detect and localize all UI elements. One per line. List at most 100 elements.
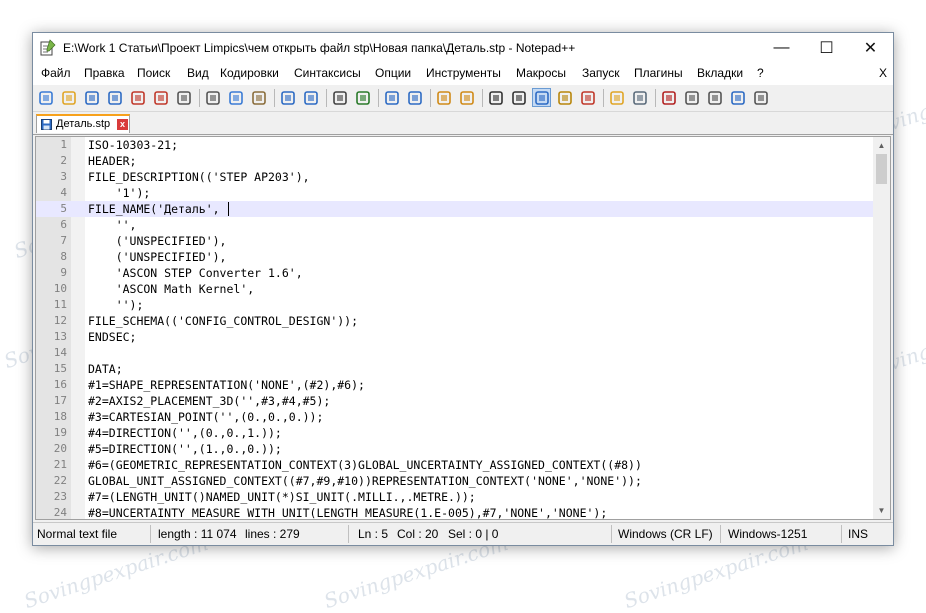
copy-icon[interactable] [227, 89, 244, 106]
editor-line[interactable]: 3 FILE_DESCRIPTION(('STEP AP203'), [36, 169, 874, 185]
menu-encoding[interactable]: Кодировки [220, 66, 279, 80]
editor-line[interactable]: 2 HEADER; [36, 153, 874, 169]
line-number: 19 [53, 426, 67, 439]
close-all-icon[interactable] [152, 89, 169, 106]
tab-detail-stp[interactable]: Деталь.stp x [36, 114, 130, 133]
editor-line[interactable]: 1 ISO-10303-21; [36, 137, 874, 153]
line-text: #7=(LENGTH_UNIT()NAMED_UNIT(*)SI_UNIT(.M… [88, 490, 476, 504]
editor-line[interactable]: 19 #4=DIRECTION('',(0.,0.,1.)); [36, 425, 874, 441]
status-encoding[interactable]: Windows-1251 [728, 527, 807, 541]
menu-syntax[interactable]: Синтаксисы [294, 66, 361, 80]
menu-tools[interactable]: Инструменты [426, 66, 501, 80]
editor-line[interactable]: 12 FILE_SCHEMA(('CONFIG_CONTROL_DESIGN'))… [36, 313, 874, 329]
minimize-button[interactable]: — [759, 33, 804, 63]
line-number: 15 [53, 362, 67, 375]
editor-line[interactable]: 16 #1=SHAPE_REPRESENTATION('NONE',(#2),#6… [36, 377, 874, 393]
save-macro-icon[interactable] [752, 89, 769, 106]
editor-line[interactable]: 17 #2=AXIS2_PLACEMENT_3D('',#3,#4,#5); [36, 393, 874, 409]
menu-bar: Файл Правка Поиск Вид Кодировки Синтакси… [33, 63, 893, 85]
line-text: ('UNSPECIFIED'), [88, 250, 227, 264]
window-title: E:\Work 1 Статьи\Проект Limpics\чем откр… [63, 41, 576, 55]
editor-line[interactable]: 7 ('UNSPECIFIED'), [36, 233, 874, 249]
line-text: ''); [88, 298, 144, 312]
save-icon[interactable] [83, 89, 100, 106]
language-icon[interactable] [556, 89, 573, 106]
menu-help[interactable]: ? [757, 66, 764, 80]
menu-plugins[interactable]: Плагины [634, 66, 683, 80]
zoom-in-icon[interactable] [383, 89, 400, 106]
menu-macro[interactable]: Макросы [516, 66, 566, 80]
all-chars-icon[interactable] [510, 89, 527, 106]
editor-line[interactable]: 14 [36, 345, 874, 361]
menu-settings[interactable]: Опции [375, 66, 411, 80]
editor-line[interactable]: 20 #5=DIRECTION('',(1.,0.,0.)); [36, 441, 874, 457]
line-text: FILE_NAME('Деталь', [88, 202, 220, 216]
text-editor[interactable]: 1 ISO-10303-21; 2 HEADER; 3 FILE_DESCRIPTION(… [35, 136, 891, 520]
find-icon[interactable] [331, 89, 348, 106]
menu-run[interactable]: Запуск [582, 66, 620, 80]
new-file-icon[interactable] [37, 89, 54, 106]
zoom-out-icon[interactable] [406, 89, 423, 106]
line-text: DATA; [88, 362, 123, 376]
line-number: 11 [53, 298, 67, 311]
save-state-icon [41, 119, 52, 130]
menu-file[interactable]: Файл [41, 66, 71, 80]
record-macro-icon[interactable] [660, 89, 677, 106]
line-text: GLOBAL_UNIT_ASSIGNED_CONTEXT((#7,#9,#10)… [88, 474, 642, 488]
open-file-icon[interactable] [60, 89, 77, 106]
menu-view[interactable]: Вид [187, 66, 209, 80]
replace-icon[interactable] [354, 89, 371, 106]
editor-line[interactable]: 21 #6=(GEOMETRIC_REPRESENTATION_CONTEXT(3… [36, 457, 874, 473]
monitor-icon[interactable] [631, 89, 648, 106]
editor-line[interactable]: 11 ''); [36, 297, 874, 313]
indent-guide-icon[interactable] [532, 88, 551, 107]
line-number: 4 [60, 186, 67, 199]
editor-line[interactable]: 23 #7=(LENGTH_UNIT()NAMED_UNIT(*)SI_UNIT(… [36, 489, 874, 505]
redo-icon[interactable] [302, 89, 319, 106]
tab-bar: Деталь.stp x [33, 112, 893, 135]
sync-vertical-icon[interactable] [435, 89, 452, 106]
close-window-button[interactable]: ✕ [848, 33, 893, 63]
editor-line[interactable]: 4 '1'); [36, 185, 874, 201]
status-lines: lines : 279 [245, 527, 300, 541]
play-macro-icon[interactable] [706, 89, 723, 106]
print-icon[interactable] [175, 89, 192, 106]
run-macro-multiple-icon[interactable] [729, 89, 746, 106]
editor-line[interactable]: 6 '', [36, 217, 874, 233]
folder-icon[interactable] [608, 89, 625, 106]
notepad-window: E:\Work 1 Статьи\Проект Limpics\чем откр… [32, 32, 894, 546]
menu-search[interactable]: Поиск [137, 66, 170, 80]
close-icon[interactable] [129, 89, 146, 106]
editor-line[interactable]: 24 #8=UNCERTAINTY_MEASURE_WITH_UNIT(LENGT… [36, 505, 874, 519]
function-list-icon[interactable] [579, 89, 596, 106]
editor-line[interactable]: 10 'ASCON Math Kernel', [36, 281, 874, 297]
scroll-down-arrow-icon[interactable]: ▼ [873, 502, 890, 519]
editor-line[interactable]: 9 'ASCON STEP Converter 1.6', [36, 265, 874, 281]
status-eol[interactable]: Windows (CR LF) [618, 527, 713, 541]
stop-macro-icon[interactable] [683, 89, 700, 106]
paste-icon[interactable] [250, 89, 267, 106]
sync-horizontal-icon[interactable] [458, 89, 475, 106]
undo-icon[interactable] [279, 89, 296, 106]
scroll-thumb[interactable] [876, 154, 887, 184]
save-all-icon[interactable] [106, 89, 123, 106]
maximize-button[interactable]: ☐ [804, 33, 849, 63]
line-number: 24 [53, 506, 67, 519]
editor-line[interactable]: 15 DATA; [36, 361, 874, 377]
tab-close-button[interactable]: x [117, 119, 128, 130]
cut-icon[interactable] [204, 89, 221, 106]
line-number: 13 [53, 330, 67, 343]
line-text: #3=CARTESIAN_POINT('',(0.,0.,0.)); [88, 410, 324, 424]
menu-edit[interactable]: Правка [84, 66, 125, 80]
vertical-scrollbar[interactable]: ▲ ▼ [873, 137, 890, 519]
menu-window[interactable]: Вкладки [697, 66, 743, 80]
editor-line[interactable]: 22 GLOBAL_UNIT_ASSIGNED_CONTEXT((#7,#9,#1… [36, 473, 874, 489]
menu-close-document[interactable]: X [879, 66, 887, 80]
editor-line[interactable]: 13 ENDSEC; [36, 329, 874, 345]
editor-line[interactable]: 8 ('UNSPECIFIED'), [36, 249, 874, 265]
editor-line[interactable]: 18 #3=CARTESIAN_POINT('',(0.,0.,0.)); [36, 409, 874, 425]
word-wrap-icon[interactable] [487, 89, 504, 106]
scroll-up-arrow-icon[interactable]: ▲ [873, 137, 890, 154]
editor-line[interactable]: 5 FILE_NAME('Деталь', [36, 201, 874, 217]
title-bar[interactable]: E:\Work 1 Статьи\Проект Limpics\чем откр… [33, 33, 893, 63]
